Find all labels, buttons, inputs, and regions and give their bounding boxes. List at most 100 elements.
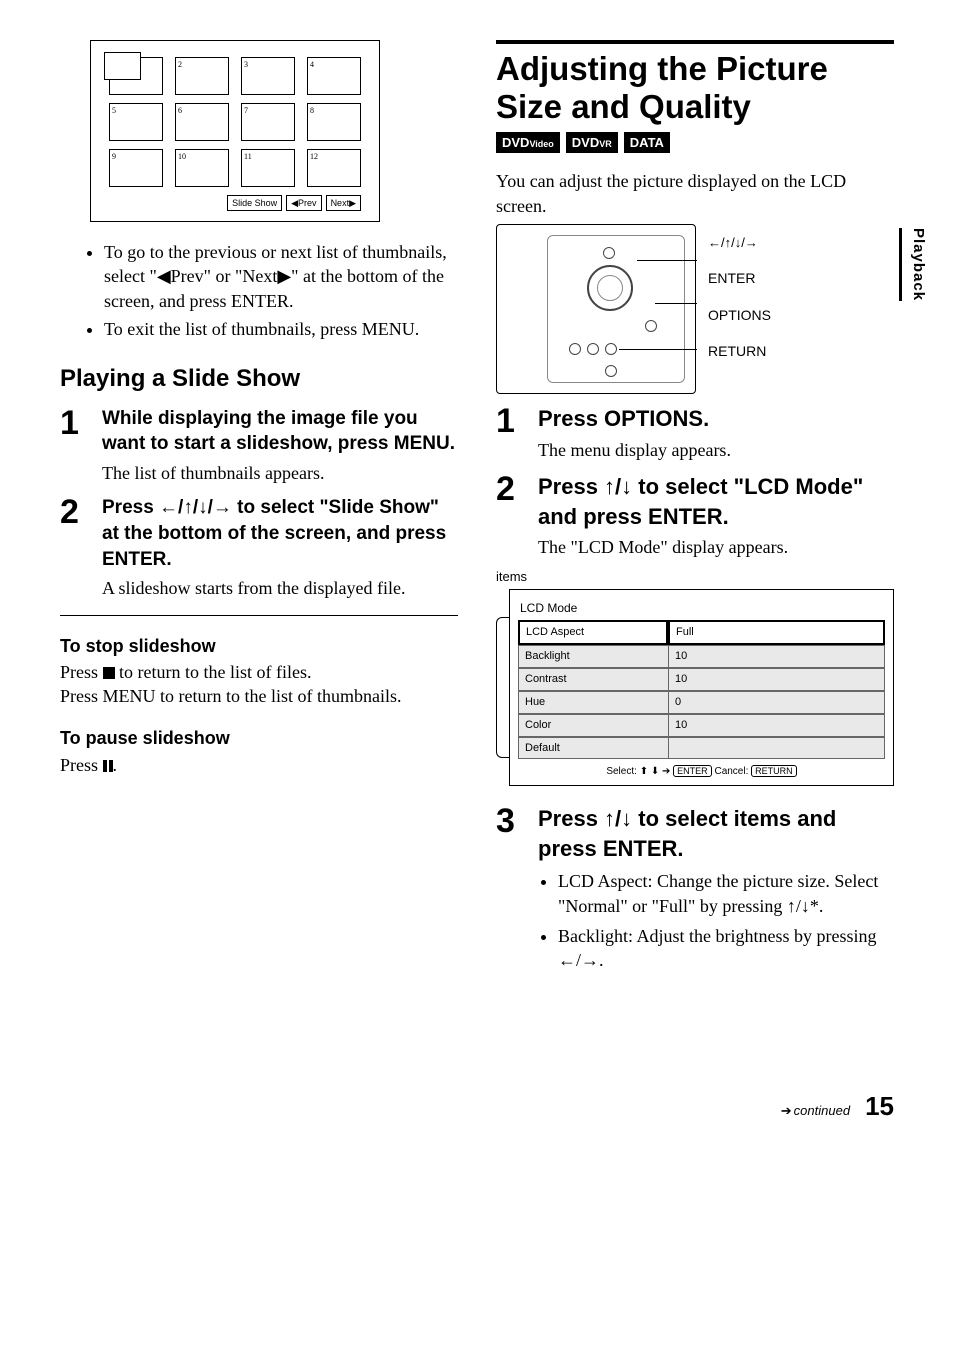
prev-icon [291,198,298,208]
thumbnail[interactable]: 5 [109,103,163,141]
thumbnail[interactable]: 2 [175,57,229,95]
page-number: 15 [865,1091,894,1121]
step-2: 2 Press ←/↑/↓/→ to select "Slide Show" a… [60,495,458,600]
lcd-value: 10 [668,645,885,668]
bracket-icon [496,617,510,758]
page-footer: continued 15 [60,1089,894,1124]
thumbnail[interactable]: 3 [241,57,295,95]
text: . [113,755,118,775]
lcd-row[interactable]: Contrast10 [518,668,885,691]
lcd-row[interactable]: Backlight10 [518,645,885,668]
tip-item: To exit the list of thumbnails, press ME… [104,317,458,341]
r-step-3: 3 Press ↑/↓ to select items and press EN… [496,804,894,979]
lcd-value: 10 [668,714,885,737]
stop-text-1: Press to return to the list of files. [60,660,458,684]
right-column: Adjusting the Picture Size and Quality D… [496,40,894,979]
prev-button[interactable]: Prev [286,195,321,211]
step-title: Press ↑/↓ to select "LCD Mode" and press… [538,472,894,531]
lcd-row[interactable]: Color10 [518,714,885,737]
lcd-key: LCD Aspect [518,620,668,645]
step-number: 3 [496,804,524,979]
lcd-value [668,737,885,760]
remote-labels: ←/↑/↓/→ ENTER OPTIONS RETURN [708,224,771,370]
r-step-1: 1 Press OPTIONS. The menu display appear… [496,404,894,462]
tip-item: To go to the previous or next list of th… [104,240,458,313]
step-number: 1 [60,406,88,486]
stop-text-2: Press MENU to return to the list of thum… [60,684,458,708]
thumbnail-tips: To go to the previous or next list of th… [90,240,458,341]
text: Press [60,662,103,682]
button-dot [569,343,581,355]
button-dot [603,247,615,259]
next-button[interactable]: Next [326,195,361,211]
lcd-mode-panel: LCD Mode LCD AspectFullBacklight10Contra… [509,589,894,786]
lcd-row[interactable]: Default [518,737,885,760]
return-label: RETURN [708,333,771,369]
thumbnail-grid-box: 123456789101112 Slide Show Prev Next [90,40,380,222]
step-number: 1 [496,404,524,462]
side-tab: Playback [899,228,928,301]
stop-heading: To stop slideshow [60,634,458,658]
button-dot [587,343,599,355]
options-label: OPTIONS [708,297,771,333]
slide-show-button[interactable]: Slide Show [227,195,282,211]
thumbnail-controls: Slide Show Prev Next [109,195,361,211]
return-key: RETURN [751,765,797,777]
heading-rule [496,40,894,44]
step-desc: The "LCD Mode" display appears. [538,535,894,559]
thumbnail[interactable]: 1 [109,57,163,95]
lcd-value: Full [668,620,885,645]
text: Press [60,755,103,775]
badge-dvdvr: DVDVR [566,132,618,154]
lcd-row[interactable]: Hue 0 [518,691,885,714]
text: Cancel: [712,766,751,777]
thumbnail[interactable]: 6 [175,103,229,141]
thumbnail[interactable]: 9 [109,149,163,187]
lcd-value: 10 [668,668,885,691]
text: to return to the list of files. [119,662,311,682]
step-title: Press ↑/↓ to select items and press ENTE… [538,804,894,863]
step-1: 1 While displaying the image file you wa… [60,406,458,486]
pause-icon [103,760,113,772]
step-desc: The menu display appears. [538,438,894,462]
remote-illustration: ←/↑/↓/→ ENTER OPTIONS RETURN [496,224,894,394]
step-title: While displaying the image file you want… [102,406,458,457]
enter-label: ENTER [708,270,755,286]
thumbnail[interactable]: 12 [307,149,361,187]
step3-bullets: LCD Aspect: Change the picture size. Sel… [542,869,894,972]
lcd-key: Backlight [518,645,668,668]
remote-body [496,224,696,394]
thumbnail[interactable]: 7 [241,103,295,141]
page-title: Adjusting the Picture Size and Quality [496,50,894,126]
items-label: items [496,568,894,586]
step-title: Press OPTIONS. [538,404,894,434]
thumbnail[interactable]: 11 [241,149,295,187]
pause-heading: To pause slideshow [60,726,458,750]
step-desc: The list of thumbnails appears. [102,461,458,485]
lcd-value: 0 [668,691,885,714]
left-column: 123456789101112 Slide Show Prev Next To … [60,40,458,979]
step-desc: A slideshow starts from the displayed fi… [102,576,458,600]
lcd-key: Contrast [518,668,668,691]
lcd-key: Default [518,737,668,760]
pause-text: Press . [60,753,458,777]
button-dot [605,365,617,377]
r-step-2: 2 Press ↑/↓ to select "LCD Mode" and pre… [496,472,894,560]
section-heading-slideshow: Playing a Slide Show [60,363,458,395]
lcd-row[interactable]: LCD AspectFull [518,620,885,645]
intro-text: You can adjust the picture displayed on … [496,169,894,218]
lcd-key: Color [518,714,668,737]
thumbnail[interactable]: 10 [175,149,229,187]
next-icon [349,198,356,208]
step-number: 2 [496,472,524,560]
next-label: Next [331,198,350,208]
stop-icon [103,667,115,679]
thumbnail[interactable]: 8 [307,103,361,141]
media-badges: DVDVideo DVDVR DATA [496,132,894,154]
lcd-footer: Select: ⬆ ⬇ ➔ ENTER Cancel: RETURN [518,765,885,779]
badge-dvdvideo: DVDVideo [496,132,560,154]
thumbnail[interactable]: 4 [307,57,361,95]
dpad-label: ←/↑/↓/→ [708,235,758,250]
prev-label: Prev [298,198,317,208]
text: Select: [606,766,639,777]
